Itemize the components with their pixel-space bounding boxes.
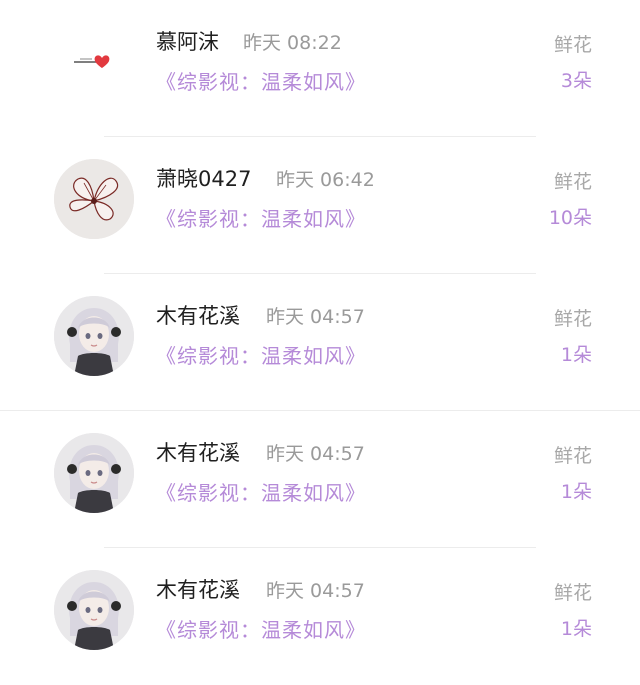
user-name[interactable]: 木有花溪 <box>156 300 240 330</box>
user-name[interactable]: 木有花溪 <box>156 437 240 467</box>
book-title[interactable]: 《综影视：温柔如风》 <box>156 614 366 643</box>
user-name[interactable]: 萧晓0427 <box>156 163 251 193</box>
gift-type: 鲜花 <box>553 171 592 193</box>
heart-arrow-icon <box>74 55 110 68</box>
anime-girl-icon <box>54 570 134 650</box>
gift-time: 昨天 04:57 <box>266 580 365 602</box>
gift-amount: 1朵 <box>560 344 592 366</box>
gift-type: 鲜花 <box>553 34 592 56</box>
gift-type: 鲜花 <box>553 445 592 467</box>
book-title[interactable]: 《综影视：温柔如风》 <box>156 477 366 506</box>
gift-amount: 10朵 <box>548 207 592 229</box>
gift-row[interactable]: 木有花溪 昨天 04:57 《综影视：温柔如风》 鲜花 1朵 <box>0 548 640 685</box>
anime-girl-icon <box>54 296 134 376</box>
gift-time: 昨天 04:57 <box>266 306 365 328</box>
flower-icon <box>54 159 134 239</box>
gift-time: 昨天 08:22 <box>243 32 342 54</box>
gift-row[interactable]: 慕阿沫 昨天 08:22 《综影视：温柔如风》 鲜花 3朵 <box>0 0 640 137</box>
gift-row[interactable]: 木有花溪 昨天 04:57 《综影视：温柔如风》 鲜花 1朵 <box>0 411 640 548</box>
avatar[interactable] <box>54 433 134 513</box>
user-name[interactable]: 慕阿沫 <box>156 26 219 56</box>
gift-row[interactable]: 木有花溪 昨天 04:57 《综影视：温柔如风》 鲜花 1朵 <box>0 274 640 411</box>
gift-time: 昨天 04:57 <box>266 443 365 465</box>
gift-row[interactable]: 萧晓0427 昨天 06:42 《综影视：温柔如风》 鲜花 10朵 <box>0 137 640 274</box>
avatar[interactable] <box>54 570 134 650</box>
user-name[interactable]: 木有花溪 <box>156 574 240 604</box>
avatar[interactable] <box>54 159 134 239</box>
avatar[interactable] <box>54 22 134 102</box>
book-title[interactable]: 《综影视：温柔如风》 <box>156 203 366 232</box>
gift-list: 慕阿沫 昨天 08:22 《综影视：温柔如风》 鲜花 3朵 萧晓0427 昨天 … <box>0 0 640 656</box>
gift-amount: 3朵 <box>560 70 592 92</box>
gift-amount: 1朵 <box>560 618 592 640</box>
gift-type: 鲜花 <box>553 582 592 604</box>
gift-time: 昨天 06:42 <box>276 169 375 191</box>
anime-girl-icon <box>54 433 134 513</box>
gift-type: 鲜花 <box>553 308 592 330</box>
book-title[interactable]: 《综影视：温柔如风》 <box>156 66 366 95</box>
avatar[interactable] <box>54 296 134 376</box>
book-title[interactable]: 《综影视：温柔如风》 <box>156 340 366 369</box>
gift-amount: 1朵 <box>560 481 592 503</box>
